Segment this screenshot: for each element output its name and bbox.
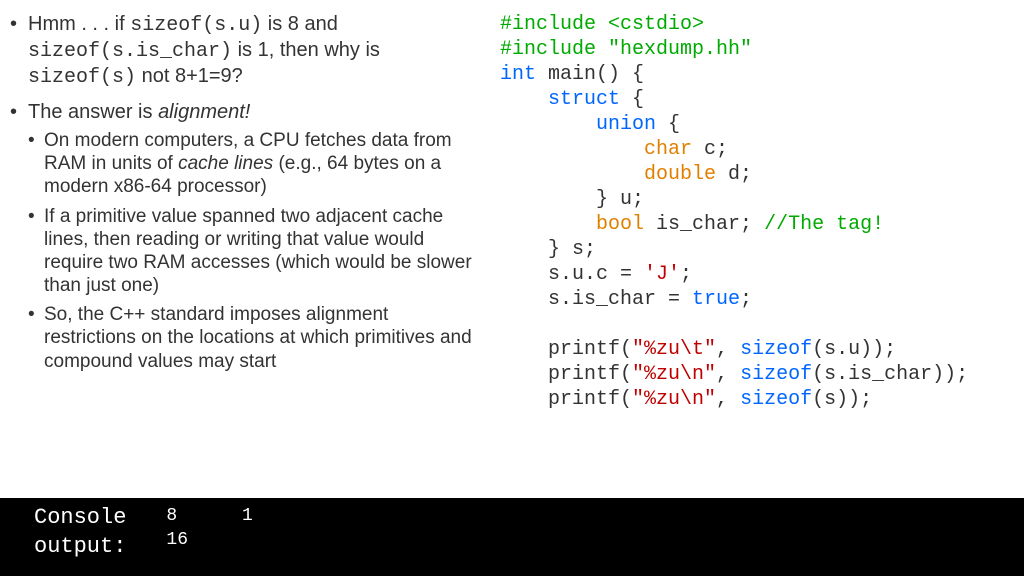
code: double: [644, 163, 716, 186]
text: not 8+1=9?: [136, 65, 243, 87]
code: union: [596, 113, 656, 136]
code: } s;: [500, 238, 596, 261]
code: 'J': [644, 263, 680, 286]
code: d;: [716, 163, 752, 186]
sub-bullet-3: So, the C++ standard imposes alignment r…: [28, 303, 480, 373]
output-line: 8 1: [166, 506, 252, 526]
code: char: [644, 138, 692, 161]
text: is 1, then why is: [232, 39, 380, 61]
text-italic: cache lines: [178, 153, 273, 174]
text-italic: alignment!: [158, 101, 250, 123]
code: sizeof: [740, 363, 812, 386]
code: printf(: [500, 338, 632, 361]
code: int: [500, 63, 536, 86]
code: ;: [680, 263, 692, 286]
code: sizeof: [740, 338, 812, 361]
code: ,: [716, 338, 740, 361]
code: true: [692, 288, 740, 311]
code: printf(: [500, 388, 632, 411]
console-label: Console output:: [34, 504, 126, 561]
bullet-list: Hmm . . . if sizeof(s.u) is 8 and sizeof…: [10, 12, 480, 373]
code: } u;: [500, 188, 644, 211]
code: struct: [548, 88, 620, 111]
code: [500, 138, 644, 161]
code: bool: [596, 213, 644, 236]
code-inline: sizeof(s.is_char): [28, 40, 232, 63]
console-text: 8 1 16: [166, 504, 252, 553]
text: output:: [34, 533, 126, 562]
code: sizeof: [740, 388, 812, 411]
code: "%zu\t": [632, 338, 716, 361]
text-column: Hmm . . . if sizeof(s.u) is 8 and sizeof…: [10, 12, 480, 500]
code: printf(: [500, 363, 632, 386]
code: (s.is_char));: [812, 363, 968, 386]
code: #include: [500, 38, 608, 61]
code: #include: [500, 13, 608, 36]
code: "hexdump.hh": [608, 38, 752, 61]
bullet-1: Hmm . . . if sizeof(s.u) is 8 and sizeof…: [10, 12, 480, 90]
code: c;: [692, 138, 728, 161]
text: Hmm . . . if: [28, 13, 130, 35]
slide-body: Hmm . . . if sizeof(s.u) is 8 and sizeof…: [0, 0, 1024, 500]
code: [500, 163, 644, 186]
text: Console: [34, 504, 126, 533]
bullet-2: The answer is alignment! On modern compu…: [10, 100, 480, 373]
sub-bullet-2: If a primitive value spanned two adjacen…: [28, 205, 480, 298]
code-inline: sizeof(s.u): [130, 14, 262, 37]
code: <cstdio>: [608, 13, 704, 36]
code: is_char;: [644, 213, 764, 236]
code: "%zu\n": [632, 363, 716, 386]
code: "%zu\n": [632, 388, 716, 411]
code: s.u.c =: [500, 263, 644, 286]
code-block: #include <cstdio> #include "hexdump.hh" …: [500, 12, 1010, 500]
code-inline: sizeof(s): [28, 66, 136, 89]
code: ,: [716, 388, 740, 411]
code: ;: [740, 288, 752, 311]
code: (s.u));: [812, 338, 896, 361]
code: {: [656, 113, 680, 136]
text: The answer is: [28, 101, 158, 123]
code: [500, 113, 596, 136]
console-output: Console output: 8 1 16: [0, 498, 1024, 576]
code: [500, 213, 596, 236]
text: is 8 and: [262, 13, 338, 35]
sub-bullet-1: On modern computers, a CPU fetches data …: [28, 129, 480, 199]
code: s.is_char =: [500, 288, 692, 311]
code: ,: [716, 363, 740, 386]
code: (s));: [812, 388, 872, 411]
sub-bullet-list: On modern computers, a CPU fetches data …: [28, 129, 480, 373]
code: [500, 88, 548, 111]
code: {: [620, 88, 644, 111]
code: main() {: [536, 63, 644, 86]
output-line: 16: [166, 530, 188, 550]
code-comment: //The tag!: [764, 213, 884, 236]
